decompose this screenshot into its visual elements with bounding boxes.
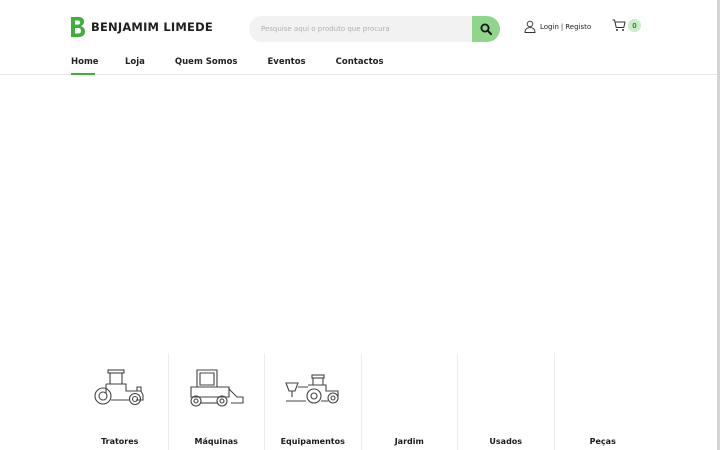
login-link[interactable]: Login xyxy=(540,23,559,31)
nav-item-eventos[interactable]: Eventos xyxy=(267,57,305,75)
user-icon[interactable] xyxy=(524,20,536,33)
category-pecas[interactable]: Peças xyxy=(555,353,652,450)
site-header: BENJAMIM LIMEDE Login | Registo 0 Home L… xyxy=(0,0,720,75)
cart-count-badge: 0 xyxy=(628,19,641,32)
nav-item-quem-somos[interactable]: Quem Somos xyxy=(175,57,238,75)
tractor-icon xyxy=(94,369,144,406)
account-links: Login | Registo xyxy=(524,20,591,33)
register-link[interactable]: Registo xyxy=(565,23,591,31)
category-label: Máquinas xyxy=(194,437,238,446)
category-maquinas[interactable]: Máquinas xyxy=(169,353,265,450)
brand-name: BENJAMIM LIMEDE xyxy=(91,20,213,34)
nav-item-loja[interactable]: Loja xyxy=(125,57,145,75)
category-jardim[interactable]: Jardim xyxy=(362,353,458,450)
nav-item-contactos[interactable]: Contactos xyxy=(336,57,384,75)
main-nav: Home Loja Quem Somos Eventos Contactos xyxy=(71,57,384,75)
search-bar xyxy=(249,16,500,42)
category-label: Equipamentos xyxy=(280,437,345,446)
account-separator: | xyxy=(560,22,564,31)
tractor-spreader-icon xyxy=(284,374,339,404)
cart-button[interactable]: 0 xyxy=(612,19,641,32)
search-icon xyxy=(480,23,492,35)
category-usados[interactable]: Usados xyxy=(458,353,555,450)
logo-b-icon xyxy=(71,17,85,37)
brand-logo[interactable]: BENJAMIM LIMEDE xyxy=(70,16,213,38)
nav-item-home[interactable]: Home xyxy=(71,57,99,75)
loader-machine-icon xyxy=(190,369,244,407)
category-tratores[interactable]: Tratores xyxy=(72,353,169,450)
category-label: Jardim xyxy=(394,437,424,446)
search-input[interactable] xyxy=(249,16,472,42)
cart-icon xyxy=(612,19,626,31)
category-strip: Tratores Máquinas Equipamentos Jardim Us… xyxy=(72,353,652,450)
category-label: Usados xyxy=(489,437,523,446)
category-equipamentos[interactable]: Equipamentos xyxy=(265,353,362,450)
category-label: Tratores xyxy=(101,437,139,446)
category-label: Peças xyxy=(589,437,616,446)
search-button[interactable] xyxy=(472,16,500,42)
